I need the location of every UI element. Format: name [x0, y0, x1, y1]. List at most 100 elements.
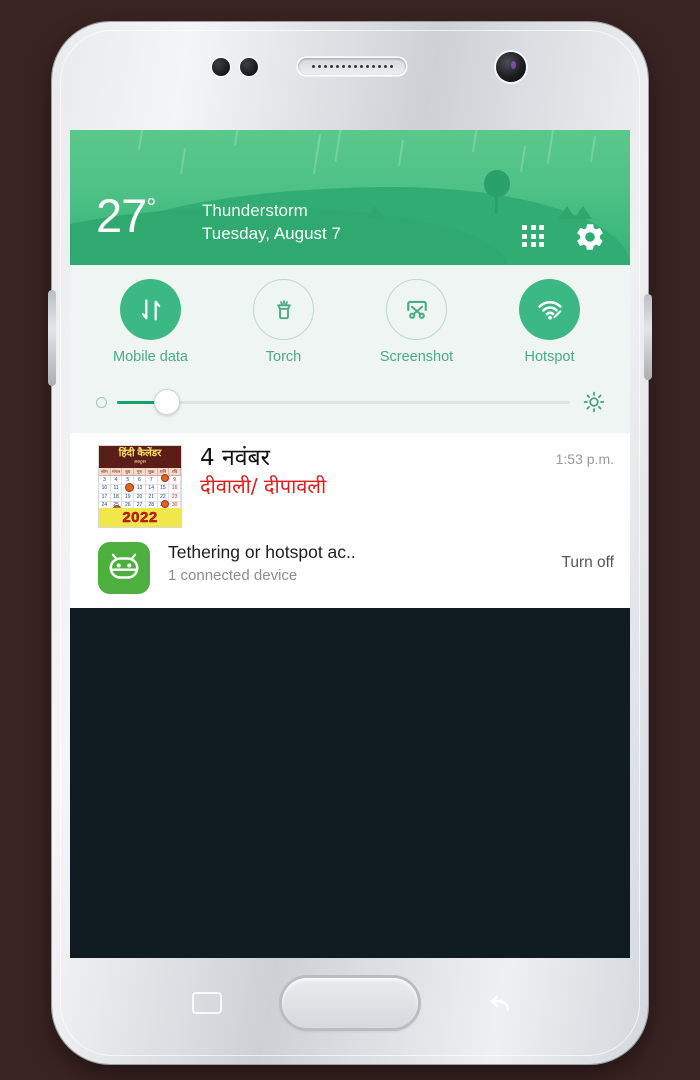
calendar-week-row: 10 11 12 13 14 15 16	[99, 484, 181, 494]
hindi-calendar-icon: हिंदी कैलेंडर अक्टूबर सोम मंगल बुध गुरु …	[98, 445, 182, 528]
light-sensor-icon	[240, 58, 258, 76]
weather-condition: Thunderstorm	[202, 201, 308, 220]
turn-off-button[interactable]: Turn off	[561, 542, 614, 572]
page-dot[interactable]	[370, 844, 378, 851]
notification-title: Tethering or hotspot ac..	[168, 542, 356, 562]
brightness-slider[interactable]	[70, 389, 630, 415]
phone-device: जानिए कौन सा नियम तोड़ने पर कितना जुर्मा…	[48, 22, 652, 1064]
mobile-data-icon	[120, 279, 181, 340]
front-camera-icon	[496, 52, 526, 82]
quick-settings-tiles: Mobile data Torch Screenshot Hotspot	[70, 265, 630, 365]
page-dot[interactable]	[250, 844, 258, 851]
home-dock: Phone Messaging Camera	[70, 870, 630, 958]
page-dot[interactable]	[274, 844, 282, 851]
tree-decoration	[484, 170, 510, 214]
notification-tethering[interactable]: Tethering or hotspot ac.. 1 connected de…	[70, 532, 630, 598]
quick-tile-label: Hotspot	[524, 349, 575, 365]
rto-fine-app-icon: जानिए कौन सा नियम तोड़ने पर कितना जुर्मा…	[138, 618, 213, 672]
home-button[interactable]	[282, 978, 418, 1028]
top-bezel	[52, 22, 648, 130]
screenshot-icon	[386, 279, 447, 340]
calendar-header: हिंदी कैलेंडर अक्टूबर	[99, 446, 181, 468]
phone-screen: जानिए कौन सा नियम तोड़ने पर कितना जुर्मा…	[70, 130, 630, 958]
calendar-header-title: हिंदी कैलेंडर	[118, 448, 162, 460]
close-shade-button[interactable]	[324, 908, 376, 958]
notification-subtitle: दीवाली/ दीपावली	[200, 474, 327, 499]
volume-button[interactable]	[48, 290, 56, 386]
recents-icon[interactable]	[192, 992, 222, 1014]
message-bubble-icon	[246, 870, 323, 946]
calendar-festival-marker	[125, 483, 134, 492]
sun-icon[interactable]	[582, 390, 606, 414]
page-dot[interactable]	[418, 844, 426, 851]
dock-item-browser[interactable]: Browser	[481, 870, 612, 958]
rto-icon-text: जानिए कौन सा नियम तोड़ने पर कितना जुर्मा…	[145, 636, 206, 652]
quick-tile-torch[interactable]: Torch	[217, 279, 350, 365]
brightness-thumb[interactable]	[153, 389, 180, 415]
calendar-year: 2022	[99, 508, 181, 527]
apps-grid-icon[interactable]	[522, 225, 546, 249]
home-app-inventions[interactable]: Inventions..	[263, 618, 438, 696]
calendar-week-row: 17 18 19 20 21 22 23	[99, 492, 181, 503]
page-dot[interactable]	[394, 844, 402, 851]
camera-icon	[377, 870, 454, 946]
notification-subtitle: 1 connected device	[168, 566, 298, 584]
dock-item-camera[interactable]: Camera	[350, 870, 481, 958]
power-button[interactable]	[644, 294, 652, 380]
notification-content: Tethering or hotspot ac.. 1 connected de…	[150, 542, 553, 584]
notification-calendar[interactable]: हिंदी कैलेंडर अक्टूबर सोम मंगल बुध गुरु …	[70, 441, 630, 532]
page-indicator	[70, 844, 630, 851]
inventions-app-icon	[313, 618, 387, 672]
dock-item-messaging[interactable]: Messaging	[219, 870, 350, 958]
hotspot-icon	[519, 279, 580, 340]
bottom-bezel	[52, 958, 648, 1064]
quick-tile-screenshot[interactable]: Screenshot	[350, 279, 483, 365]
quick-tile-mobile-data[interactable]: Mobile data	[84, 279, 217, 365]
notification-time: 1:53 p.m.	[555, 451, 614, 467]
page-dot[interactable]	[322, 844, 330, 851]
brightness-track[interactable]	[117, 389, 570, 415]
calendar-weekday-row: सोम मंगल बुध गुरु शुक्र शनि रवि	[99, 468, 181, 476]
notification-content: 4 नवंबर दीवाली/ दीपावली	[182, 445, 548, 499]
calendar-festival-marker	[161, 500, 169, 508]
auto-brightness-dot-icon[interactable]	[96, 396, 107, 408]
sarkar-icon-text: NOTIFICATION	[492, 656, 558, 666]
home-app-label: RTO fine li..	[137, 680, 214, 696]
quick-tile-label: Mobile data	[113, 349, 188, 365]
quick-tile-hotspot[interactable]: Hotspot	[483, 279, 616, 365]
weather-widget[interactable]: 27° Thunderstorm Tuesday, August 7	[70, 130, 630, 265]
page-dot-active[interactable]	[346, 844, 354, 851]
quick-settings-panel: Mobile data Torch Screenshot Hotspot	[70, 265, 630, 433]
home-app-rto-fine[interactable]: जानिए कौन सा नियम तोड़ने पर कितना जुर्मा…	[88, 618, 263, 696]
page-dot[interactable]	[442, 844, 450, 851]
dock-item-phone[interactable]: Phone	[88, 870, 219, 958]
android-tethering-icon	[98, 542, 150, 594]
home-app-row: जानिए कौन सा नियम तोड़ने पर कितना जुर्मा…	[70, 618, 630, 696]
weather-date: Tuesday, August 7	[202, 224, 341, 243]
quick-tile-label: Torch	[265, 349, 302, 365]
sarkar-job-app-icon: NOTIFICATION	[487, 618, 562, 672]
calendar-header-month: अक्टूबर	[133, 459, 147, 465]
home-app-label: sarkar job..	[488, 680, 561, 696]
back-icon[interactable]	[482, 988, 516, 1018]
home-app-sarkar-job[interactable]: NOTIFICATION sarkar job..	[437, 618, 612, 696]
torch-icon	[253, 279, 314, 340]
gear-icon[interactable]	[574, 221, 606, 253]
page-dot[interactable]	[298, 844, 306, 851]
phone-icon	[122, 892, 198, 958]
dock-label: Phone	[131, 879, 176, 896]
notification-meta: 1:53 p.m.	[548, 445, 614, 467]
proximity-sensor-icon	[212, 58, 230, 76]
earpiece-speaker	[298, 58, 406, 75]
close-icon	[342, 926, 358, 942]
notification-shade: हिंदी कैलेंडर अक्टूबर सोम मंगल बुध गुरु …	[70, 433, 630, 608]
peak-decoration	[574, 206, 592, 219]
weather-temperature: 27°	[96, 189, 156, 242]
browser-icon	[508, 870, 585, 946]
notification-meta: Turn off	[553, 542, 614, 572]
home-app-label: Inventions..	[312, 680, 388, 696]
notification-title: 4 नवंबर	[200, 445, 271, 471]
peak-decoration	[366, 206, 384, 219]
calendar-festival-marker	[161, 474, 169, 482]
quick-tile-label: Screenshot	[379, 349, 454, 365]
